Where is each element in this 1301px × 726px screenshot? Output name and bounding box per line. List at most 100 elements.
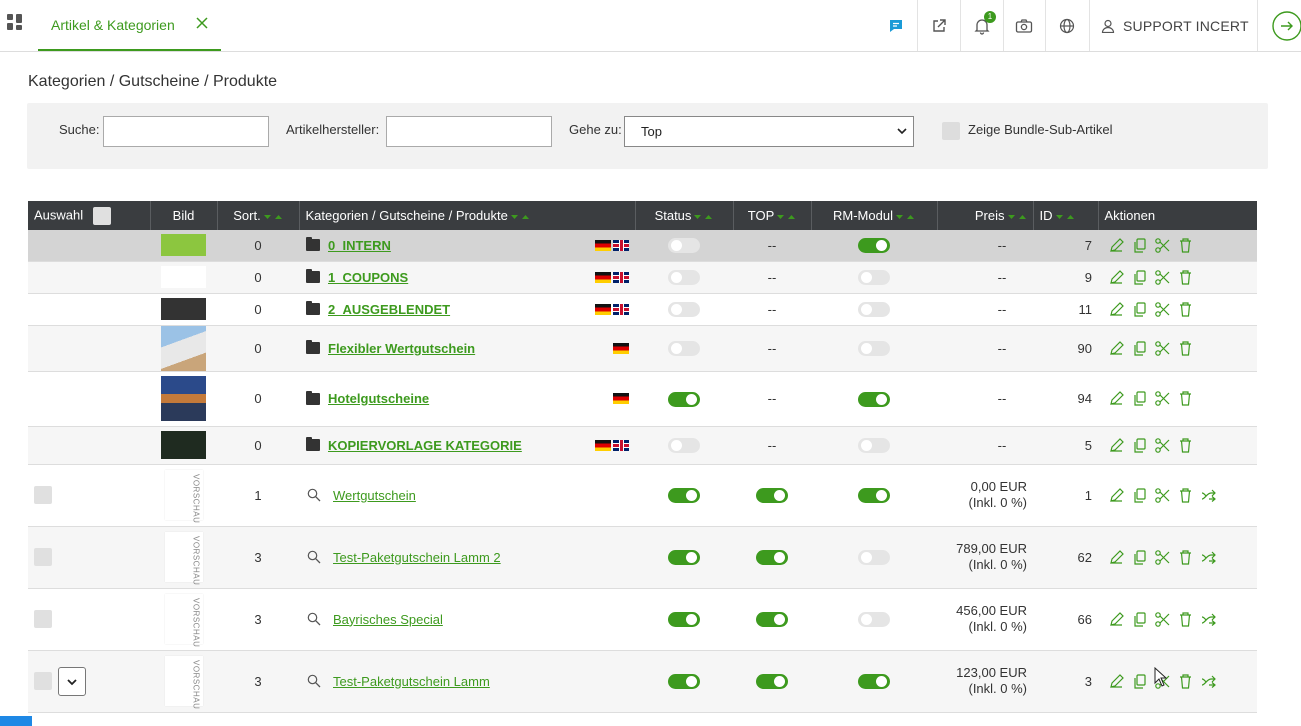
row-checkbox[interactable] [34,548,52,566]
edit-icon[interactable] [1108,549,1125,566]
col-name[interactable]: Kategorien / Gutscheine / Produkte [299,201,636,230]
search-icon[interactable] [307,488,321,502]
copy-icon[interactable] [1131,611,1148,628]
toggle-switch[interactable] [858,341,890,357]
trash-icon[interactable] [1177,237,1194,254]
scissors-icon[interactable] [1154,340,1171,357]
copy-icon[interactable] [1131,437,1148,454]
col-rm-modul[interactable]: RM-Modul [811,201,938,230]
category-link[interactable]: 2_AUSGEBLENDET [328,302,450,317]
toggle-switch[interactable] [756,612,788,628]
scissors-icon[interactable] [1154,390,1171,407]
close-tab-icon[interactable] [194,15,210,31]
external-link-button[interactable] [918,0,960,51]
toggle-switch[interactable] [668,270,700,286]
trash-icon[interactable] [1177,549,1194,566]
toggle-switch[interactable] [858,270,890,286]
trash-icon[interactable] [1177,340,1194,357]
scissors-icon[interactable] [1154,301,1171,318]
search-icon[interactable] [307,550,321,564]
trash-icon[interactable] [1177,301,1194,318]
table-row[interactable]: VORSCHAU 3 Bayrisches Special 456,00 EUR (In… [28,588,1257,651]
toggle-switch[interactable] [858,488,890,504]
manufacturer-input[interactable] [386,116,552,147]
col-preis[interactable]: Preis [937,201,1034,230]
toggle-switch[interactable] [668,612,700,628]
apps-grid-icon[interactable] [7,14,23,30]
toggle-switch[interactable] [668,550,700,566]
table-row[interactable]: 0 2_AUSGEBLENDET -- -- 11 [28,293,1257,326]
col-sort[interactable]: Sort. [217,201,300,230]
toggle-switch[interactable] [858,550,890,566]
product-link[interactable]: Bayrisches Special [333,612,443,627]
edit-icon[interactable] [1108,437,1125,454]
toggle-switch[interactable] [756,488,788,504]
trash-icon[interactable] [1177,437,1194,454]
row-checkbox[interactable] [34,486,52,504]
product-link[interactable]: Test-Paketgutschein Lamm 2 [333,550,501,565]
copy-icon[interactable] [1131,390,1148,407]
product-link[interactable]: Test-Paketgutschein Lamm [333,674,490,689]
select-all-checkbox[interactable] [92,206,111,225]
edit-icon[interactable] [1108,301,1125,318]
toggle-switch[interactable] [668,674,700,690]
toggle-switch[interactable] [756,674,788,690]
edit-icon[interactable] [1108,611,1125,628]
scissors-icon[interactable] [1154,269,1171,286]
trash-icon[interactable] [1177,269,1194,286]
category-link[interactable]: Hotelgutscheine [328,391,429,406]
toggle-switch[interactable] [668,341,700,357]
search-icon[interactable] [307,674,321,688]
copy-icon[interactable] [1131,269,1148,286]
camera-button[interactable] [1004,0,1044,51]
toggle-switch[interactable] [668,391,700,407]
row-checkbox[interactable] [34,610,52,628]
edit-icon[interactable] [1108,390,1125,407]
edit-icon[interactable] [1108,269,1125,286]
category-link[interactable]: 0_INTERN [328,238,391,253]
search-input[interactable] [103,116,269,147]
table-row[interactable]: 0 1_COUPONS -- -- 9 [28,261,1257,294]
toggle-switch[interactable] [668,438,700,454]
goto-select[interactable]: Top [624,116,914,147]
category-link[interactable]: KOPIERVORLAGE KATEGORIE [328,438,522,453]
scissors-icon[interactable] [1154,611,1171,628]
table-row[interactable]: VORSCHAU 1 Wertgutschein 0,00 EUR (Inkl. 0 %… [28,464,1257,527]
language-button[interactable] [1046,0,1088,51]
copy-icon[interactable] [1131,673,1148,690]
table-row[interactable]: VORSCHAU 3 Test-Paketgutschein Lamm 123,00 … [28,650,1257,713]
toggle-switch[interactable] [668,238,700,254]
edit-icon[interactable] [1108,237,1125,254]
toggle-switch[interactable] [858,302,890,318]
col-top[interactable]: TOP [733,201,812,230]
copy-icon[interactable] [1131,487,1148,504]
toggle-switch[interactable] [668,488,700,504]
toggle-switch[interactable] [858,238,890,254]
toggle-switch[interactable] [858,674,890,690]
toggle-switch[interactable] [858,438,890,454]
move-icon[interactable] [1200,549,1217,566]
tab-artikel-kategorien[interactable]: Artikel & Kategorien [38,0,221,51]
trash-icon[interactable] [1177,673,1194,690]
move-icon[interactable] [1200,487,1217,504]
chat-button[interactable] [875,0,917,51]
user-menu[interactable]: SUPPORT INCERT [1101,0,1249,51]
table-row[interactable]: 0 KOPIERVORLAGE KATEGORIE -- -- 5 [28,426,1257,465]
category-link[interactable]: 1_COUPONS [328,270,408,285]
move-icon[interactable] [1200,611,1217,628]
copy-icon[interactable] [1131,301,1148,318]
scissors-icon[interactable] [1154,487,1171,504]
copy-icon[interactable] [1131,549,1148,566]
search-icon[interactable] [307,612,321,626]
scissors-icon[interactable] [1154,549,1171,566]
row-dropdown[interactable] [58,666,86,696]
logout-button[interactable] [1270,0,1301,51]
category-link[interactable]: Flexibler Wertgutschein [328,341,475,356]
copy-icon[interactable] [1131,237,1148,254]
trash-icon[interactable] [1177,390,1194,407]
trash-icon[interactable] [1177,611,1194,628]
edit-icon[interactable] [1108,487,1125,504]
col-id[interactable]: ID [1033,201,1099,230]
product-link[interactable]: Wertgutschein [333,488,416,503]
toggle-switch[interactable] [668,302,700,318]
